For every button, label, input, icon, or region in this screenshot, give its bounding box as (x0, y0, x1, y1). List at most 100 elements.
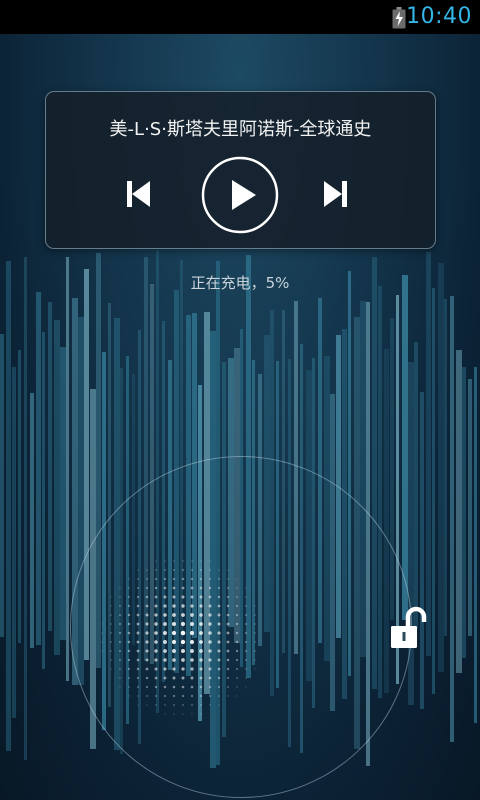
handle-dot (172, 649, 176, 653)
handle-dot (172, 586, 176, 590)
handle-dot (163, 694, 167, 698)
handle-dot (226, 622, 230, 626)
handle-dot (235, 604, 239, 608)
handle-dot (163, 667, 167, 671)
handle-dot (180, 630, 186, 636)
handle-dot (145, 685, 149, 689)
handle-dot (128, 587, 130, 589)
handle-dot (245, 686, 247, 688)
handle-dot (181, 694, 185, 698)
handle-dot (180, 621, 186, 627)
handle-dot (172, 595, 176, 599)
handle-dot (128, 578, 130, 580)
handle-dot (127, 622, 131, 626)
handle-dot (145, 676, 149, 680)
handle-dot (199, 676, 203, 680)
handle-dot (118, 613, 122, 617)
handle-dot (227, 578, 229, 580)
handle-dot (254, 659, 256, 661)
handle-dot (110, 623, 112, 625)
handle-dot (146, 578, 148, 580)
handle-dot (119, 596, 121, 598)
handle-dot (208, 595, 212, 599)
handle-dot (181, 676, 185, 680)
handle-dot (199, 640, 203, 644)
handle-dot (136, 676, 140, 680)
handle-dot (208, 658, 212, 662)
handle-dot (200, 713, 202, 715)
handle-dot (146, 704, 148, 706)
handle-dot (110, 641, 112, 643)
handle-dot (180, 648, 186, 654)
handle-dot (172, 676, 176, 680)
handle-dot (199, 595, 203, 599)
handle-dot (245, 668, 247, 670)
handle-dot (199, 586, 203, 590)
handle-dot (137, 704, 139, 706)
handle-dot (199, 658, 203, 662)
handle-dot (181, 613, 185, 617)
handle-dot (127, 667, 131, 671)
handle-dot (254, 650, 256, 652)
handle-dot (164, 704, 166, 706)
handle-dot (191, 713, 193, 715)
handle-dot (226, 613, 230, 617)
handle-dot (171, 639, 177, 645)
handle-dot (145, 586, 149, 590)
handle-dot (227, 587, 229, 589)
handle-dot (218, 569, 220, 571)
dotted-handle-icon[interactable] (0, 0, 480, 800)
handle-dot (236, 578, 238, 580)
handle-dot (217, 613, 221, 617)
handle-dot (163, 658, 167, 662)
unlock-padlock-icon[interactable] (388, 605, 428, 651)
handle-dot (254, 668, 256, 670)
handle-dot (110, 605, 112, 607)
handle-dot (208, 667, 212, 671)
handle-dot (154, 613, 158, 617)
handle-dot (101, 632, 103, 634)
handle-dot (145, 649, 149, 653)
handle-dot (163, 595, 167, 599)
handle-dot (110, 668, 112, 670)
handle-dot (254, 605, 256, 607)
handle-dot (136, 604, 140, 608)
handle-dot (199, 604, 203, 608)
handle-dot (190, 676, 194, 680)
handle-dot (172, 658, 176, 662)
handle-dot (182, 560, 184, 562)
handle-dot (154, 595, 158, 599)
handle-dot (163, 622, 167, 626)
handle-dot (171, 621, 177, 627)
handle-dot (180, 639, 186, 645)
handle-dot (136, 586, 140, 590)
handle-dot (164, 560, 166, 562)
handle-dot (208, 613, 212, 617)
handle-dot (136, 631, 140, 635)
handle-dot (200, 569, 202, 571)
handle-dot (208, 649, 212, 653)
handle-dot (199, 631, 203, 635)
handle-dot (254, 623, 256, 625)
handle-dot (110, 650, 112, 652)
handle-dot (245, 587, 247, 589)
handle-dot (145, 658, 149, 662)
handle-dot (190, 604, 194, 608)
handle-dot (163, 613, 167, 617)
handle-dot (191, 560, 193, 562)
handle-dot (110, 632, 112, 634)
handle-dot (217, 586, 221, 590)
handle-dot (181, 577, 185, 581)
handle-dot (172, 694, 176, 698)
handle-dot (199, 613, 203, 617)
handle-dot (218, 695, 220, 697)
handle-dot (208, 622, 212, 626)
handle-dot (226, 595, 230, 599)
handle-dot (163, 586, 167, 590)
handle-dot (236, 596, 238, 598)
handle-dot (217, 631, 221, 635)
handle-dot (173, 569, 175, 571)
handle-dot (128, 677, 130, 679)
handle-dot (154, 586, 158, 590)
handle-dot (136, 622, 140, 626)
